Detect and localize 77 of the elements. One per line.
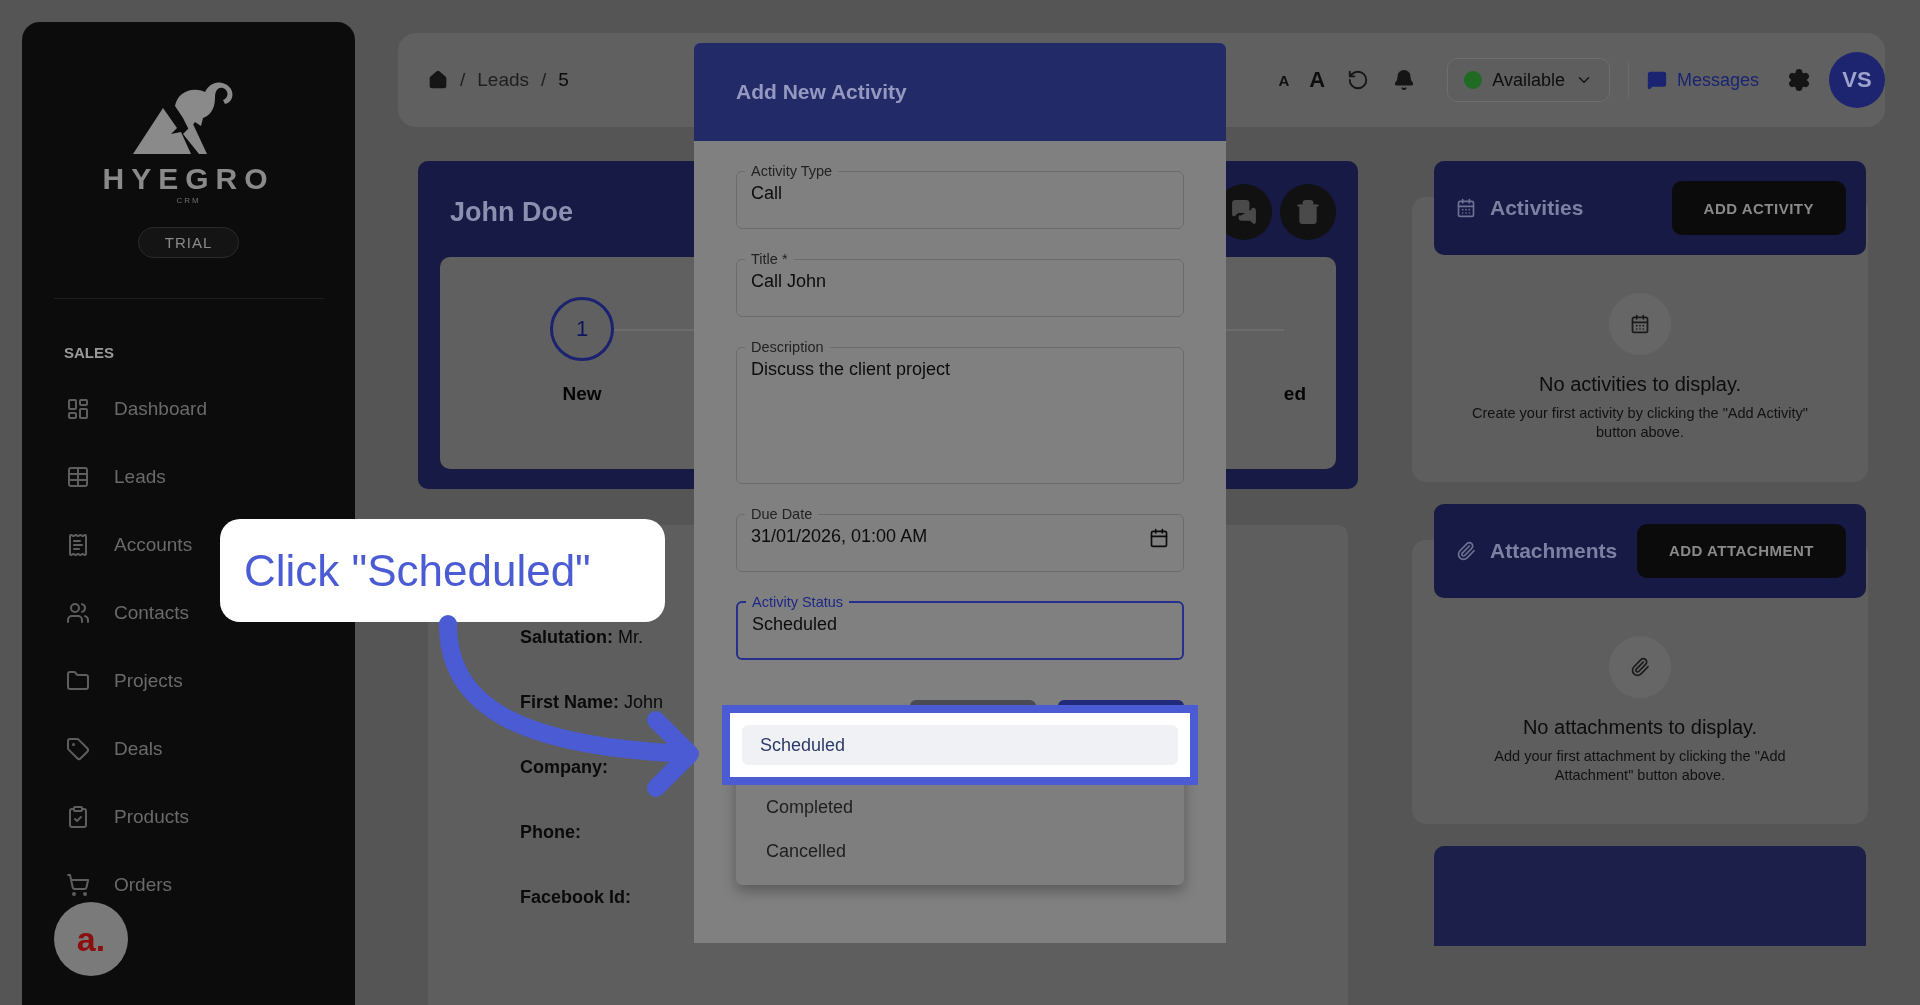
detail-field: Phone: — [520, 822, 581, 843]
field-value: Discuss the client project — [751, 358, 951, 380]
font-size-button[interactable]: A — [1309, 67, 1326, 93]
input-field[interactable]: Activity Type Call — [736, 163, 1184, 229]
dialog-title: Add New Activity — [694, 43, 1226, 141]
tag-icon — [66, 737, 90, 761]
panel-title: Attachments — [1490, 538, 1619, 563]
status-select[interactable]: Available — [1447, 58, 1610, 102]
logo-subtext: CRM — [176, 196, 201, 205]
step-label: ed — [1283, 383, 1306, 405]
breadcrumb-link[interactable]: 5 — [558, 69, 569, 91]
user-avatar[interactable]: VS — [1829, 52, 1885, 108]
empty-title: No activities to display. — [1539, 373, 1741, 396]
nav-item[interactable]: Leads — [114, 466, 166, 488]
delete-button[interactable] — [1280, 184, 1336, 240]
add-button[interactable]: ADD ACTIVITY — [1671, 181, 1846, 235]
chat-icon — [1231, 199, 1257, 225]
paperclip-icon — [1456, 540, 1476, 561]
empty-text: Add your first attachment by clicking the "Add Attachment" button above. — [1493, 746, 1787, 785]
empty-title: No attachments to display. — [1522, 715, 1758, 739]
nav-item[interactable]: Accounts — [114, 534, 193, 556]
clipboard-icon — [66, 805, 90, 829]
detail-field: Facebook Id: — [520, 887, 631, 908]
nav-item[interactable]: Orders — [114, 874, 173, 896]
field-value: 31/01/2026, 01:00 AM — [751, 525, 928, 547]
nav-item[interactable]: Products — [114, 806, 189, 828]
table-icon — [66, 465, 90, 489]
messages-link[interactable]: Messages — [1646, 69, 1759, 91]
field-value: Scheduled — [752, 613, 838, 635]
lead-name: John Doe — [450, 196, 574, 228]
receipt-icon — [66, 533, 90, 557]
calendar-icon[interactable] — [1149, 528, 1169, 548]
people-icon — [66, 601, 90, 625]
detail-field: Salutation: Mr. — [520, 627, 643, 648]
menu-item[interactable]: Scheduled — [742, 725, 1178, 765]
bell-icon[interactable] — [1393, 69, 1416, 91]
nav-item[interactable]: Deals — [114, 738, 163, 760]
breadcrumb-link[interactable]: Leads — [477, 69, 530, 91]
field-value: Call — [751, 182, 782, 204]
field-label: Description — [750, 339, 825, 355]
input-field[interactable]: Title * Call John — [736, 251, 1184, 317]
field-label: Due Date — [750, 506, 814, 522]
input-field[interactable]: Due Date 31/01/2026, 01:00 AM — [736, 506, 1184, 572]
plan-badge: TRIAL — [137, 227, 240, 258]
detail-field: First Name: John — [520, 692, 664, 713]
font-size-button[interactable]: A — [1278, 71, 1290, 89]
field-label: Activity Status — [751, 594, 845, 610]
field-label: Title * — [750, 251, 789, 267]
nav-item[interactable]: Contacts — [114, 602, 189, 624]
panel-title: Activities — [1490, 196, 1585, 220]
step-label: New — [562, 383, 602, 405]
cart-icon — [66, 873, 90, 897]
folder-icon — [66, 669, 90, 693]
section-heading: SALES — [64, 344, 114, 361]
input-field[interactable]: Description Discuss the client project — [736, 339, 1184, 484]
menu-item[interactable]: Cancelled — [748, 829, 1172, 873]
menu-item[interactable]: Completed — [748, 785, 1172, 829]
breadcrumb-separator: / — [460, 69, 466, 91]
refresh-icon[interactable] — [1347, 69, 1370, 91]
calendar-icon — [1456, 198, 1476, 218]
detail-field: Company: — [520, 757, 608, 778]
logo-text: HYEGRO — [102, 162, 275, 196]
callout: Click "Scheduled" — [220, 519, 665, 622]
dashboard-icon — [66, 397, 90, 421]
chat-icon — [1646, 70, 1667, 90]
add-button[interactable]: ADD ATTACHMENT — [1636, 523, 1846, 578]
step-circle: 1 — [550, 297, 614, 361]
settings-icon[interactable] — [1787, 68, 1811, 92]
input-field[interactable]: Activity Status Scheduled — [736, 594, 1184, 660]
trash-icon — [1295, 199, 1321, 225]
nav-item[interactable]: Dashboard — [114, 398, 207, 420]
field-value: Call John — [751, 270, 827, 292]
home-icon[interactable] — [428, 70, 448, 90]
breadcrumb-separator: / — [541, 69, 547, 91]
empty-text: Create your first activity by clicking the "Add Activity" button above. — [1471, 404, 1809, 442]
field-label: Activity Type — [750, 163, 834, 179]
nav-item[interactable]: Projects — [114, 670, 183, 692]
